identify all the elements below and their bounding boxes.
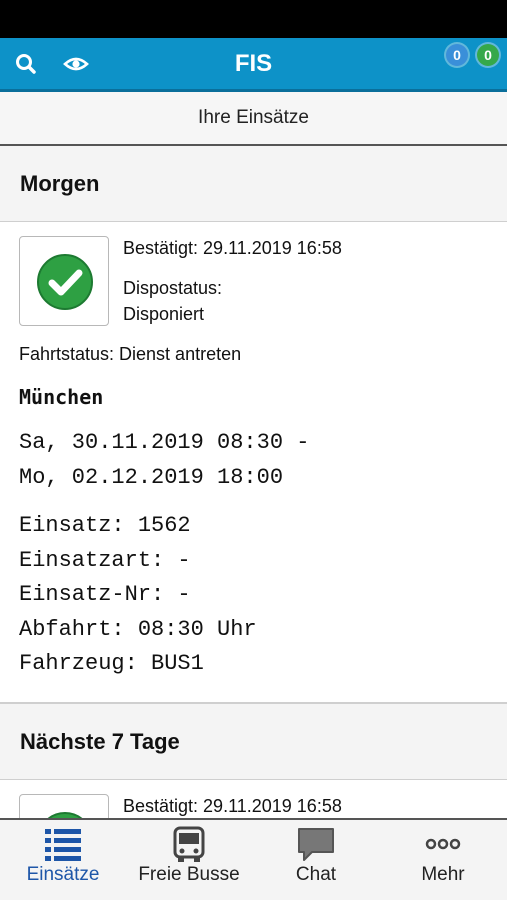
app-bar: FIS 0 0 <box>0 38 507 92</box>
vehicle: Fahrzeug: BUS1 <box>19 651 204 676</box>
chat-icon <box>298 828 334 861</box>
check-circle-icon <box>37 254 93 310</box>
einsatz-type: Einsatzart: - <box>19 548 191 573</box>
dispo-status-label: Dispostatus: <box>123 278 223 298</box>
tab-chat[interactable]: Chat <box>253 820 379 900</box>
date-to: Mo, 02.12.2019 18:00 <box>19 465 284 490</box>
date-from: Sa, 30.11.2019 08:30 - <box>19 430 310 455</box>
assignment-card[interactable]: Bestätigt: 29.11.2019 16:58 Dispostatus:… <box>0 222 507 704</box>
status-box <box>19 236 109 326</box>
notification-badge-blue[interactable]: 0 <box>446 44 468 66</box>
confirmed-text: Bestätigt: 29.11.2019 16:58 <box>123 238 342 258</box>
page-subtitle: Ihre Einsätze <box>0 92 507 146</box>
section-header-next-7-days: Nächste 7 Tage <box>0 704 507 780</box>
fahrtstatus-text: Fahrtstatus: Dienst antreten <box>19 344 242 364</box>
app-title: FIS <box>234 50 273 77</box>
status-box <box>19 794 109 818</box>
einsatz-nr: Einsatz-Nr: - <box>19 582 191 607</box>
confirmed-text: Bestätigt: 29.11.2019 16:58 <box>123 796 342 816</box>
assignment-card[interactable]: Bestätigt: 29.11.2019 16:58 <box>0 780 507 818</box>
city-name: München <box>19 385 104 409</box>
check-circle-icon <box>47 812 83 818</box>
tab-einsaetze[interactable]: Einsätze <box>0 820 126 900</box>
tab-mehr[interactable]: Mehr <box>380 820 506 900</box>
list-icon <box>45 829 81 861</box>
tab-label: Chat <box>295 864 337 885</box>
dispo-status-value: Disponiert <box>123 304 205 324</box>
tab-label: Mehr <box>421 864 465 885</box>
tab-label: Freie Busse <box>138 864 240 885</box>
section-header-morgen: Morgen <box>0 146 507 222</box>
departure-time: Abfahrt: 08:30 Uhr <box>19 617 257 642</box>
bottom-tab-bar: Einsätze Freie Busse Chat Mehr <box>0 818 507 900</box>
bus-icon <box>173 826 205 862</box>
more-icon <box>425 838 461 850</box>
assignments-list[interactable]: Morgen Bestätigt: 29.11.2019 16:58 Dispo… <box>0 146 507 818</box>
einsatz-number: Einsatz: 1562 <box>19 513 191 538</box>
system-status-bar <box>0 0 507 38</box>
notification-badge-green[interactable]: 0 <box>477 44 499 66</box>
tab-freie-busse[interactable]: Freie Busse <box>126 820 252 900</box>
tab-label: Einsätze <box>26 864 100 885</box>
